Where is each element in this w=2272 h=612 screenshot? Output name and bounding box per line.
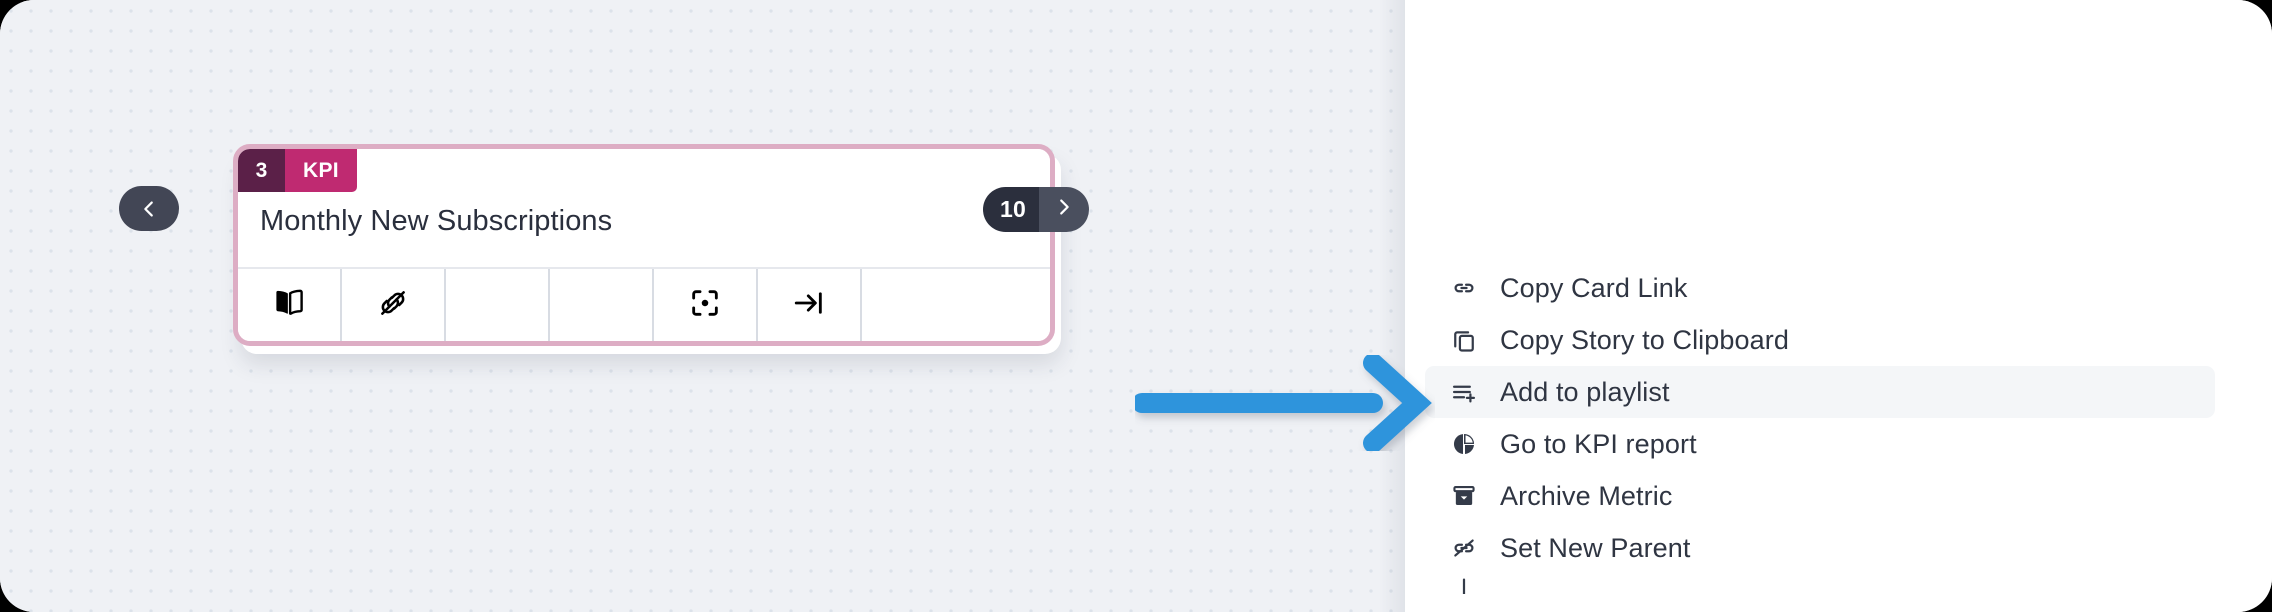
kpi-card-badge-type: KPI xyxy=(285,149,357,192)
menu-item-archive-metric[interactable]: Archive Metric xyxy=(1425,470,2215,522)
open-book-button[interactable] xyxy=(238,269,342,341)
copy-icon xyxy=(1449,325,1479,355)
menu-item-label: Add to playlist xyxy=(1500,376,1670,407)
arrow-to-line-icon xyxy=(792,286,826,325)
partial-icon xyxy=(1449,574,1479,594)
chevron-left-icon xyxy=(138,198,160,220)
menu-item-cutoff[interactable] xyxy=(1425,574,2215,594)
card-pagination[interactable]: 10 xyxy=(983,187,1089,232)
toolbar-cell-empty-2 xyxy=(550,269,654,341)
previous-card-button[interactable] xyxy=(119,186,179,231)
story-canvas[interactable]: 3 KPI Monthly New Subscriptions 10 xyxy=(0,0,1405,612)
playlist-add-icon xyxy=(1449,377,1479,407)
move-to-end-button[interactable] xyxy=(758,269,862,341)
menu-item-copy-story-to-clipboard[interactable]: Copy Story to Clipboard xyxy=(1425,314,2215,366)
menu-item-label: Set New Parent xyxy=(1500,532,1691,563)
kpi-card[interactable]: 3 KPI Monthly New Subscriptions xyxy=(233,144,1055,346)
chevron-right-icon xyxy=(1053,196,1075,223)
unlink-button[interactable] xyxy=(342,269,446,341)
card-pagination-count: 10 xyxy=(983,187,1039,232)
focus-button[interactable] xyxy=(654,269,758,341)
kpi-card-title: Monthly New Subscriptions xyxy=(260,205,613,237)
kpi-card-toolbar xyxy=(238,267,1050,341)
menu-item-set-new-parent[interactable]: Set New Parent xyxy=(1425,522,2215,574)
link-off-icon xyxy=(376,286,410,325)
canvas-right-shadow xyxy=(1379,0,1405,612)
kpi-card-inner: 3 KPI Monthly New Subscriptions xyxy=(238,149,1050,341)
screenshot-root: 3 KPI Monthly New Subscriptions 10 Copy … xyxy=(0,0,2272,612)
toolbar-cell-empty-1 xyxy=(446,269,550,341)
kpi-card-badge-number: 3 xyxy=(238,149,285,192)
toolbar-cell-empty-3 xyxy=(862,269,1050,341)
link-off-icon xyxy=(1449,533,1479,563)
menu-item-label: Go to KPI report xyxy=(1500,428,1697,459)
pie-chart-icon xyxy=(1449,429,1479,459)
menu-item-add-to-playlist[interactable]: Add to playlist xyxy=(1425,366,2215,418)
next-card-button[interactable] xyxy=(1038,187,1089,232)
open-book-icon xyxy=(272,286,306,325)
focus-target-icon xyxy=(688,286,722,325)
kpi-card-badge: 3 KPI xyxy=(238,149,357,192)
menu-item-label: Archive Metric xyxy=(1500,480,1673,511)
menu-item-go-to-kpi-report[interactable]: Go to KPI report xyxy=(1425,418,2215,470)
app-viewport: 3 KPI Monthly New Subscriptions 10 Copy … xyxy=(0,0,2272,612)
menu-item-label: Copy Story to Clipboard xyxy=(1500,324,1789,355)
menu-item-label: Copy Card Link xyxy=(1500,272,1688,303)
menu-item-copy-card-link[interactable]: Copy Card Link xyxy=(1425,262,2215,314)
archive-icon xyxy=(1449,481,1479,511)
card-context-menu: Copy Card Link Copy Story to Clipboard A… xyxy=(1405,262,2272,594)
link-icon xyxy=(1449,273,1479,303)
